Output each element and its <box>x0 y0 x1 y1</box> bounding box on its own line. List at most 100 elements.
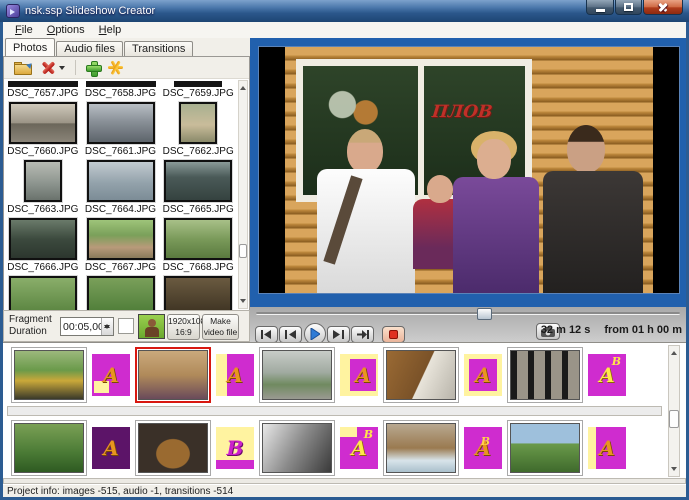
menu-options[interactable]: Options <box>40 24 92 36</box>
photo-thumb-row <box>4 216 237 261</box>
window-controls <box>585 0 683 15</box>
photo-name: DSC_7658.JPG <box>85 87 156 100</box>
photo-thumbnail[interactable] <box>164 276 232 310</box>
play-icon <box>310 328 320 340</box>
figure-icon <box>148 319 156 327</box>
maximize-button[interactable] <box>615 0 642 15</box>
timeline-transition[interactable]: AB <box>464 427 502 469</box>
photo-name: DSC_7660.JPG <box>7 145 78 158</box>
duration-spinner[interactable]: 00:05,000 <box>60 317 114 336</box>
step-forward-icon <box>333 330 344 339</box>
playback-controls: 32 m 12 s from 01 h 00 m <box>250 307 686 342</box>
menu-help[interactable]: Help <box>92 24 129 36</box>
timeline: A A A A AB A B AB AB A <box>3 342 686 478</box>
seek-slider[interactable] <box>256 312 680 315</box>
tab-transitions[interactable]: Transitions <box>124 41 193 56</box>
photo-thumbnail[interactable] <box>87 276 155 310</box>
caret-down-icon <box>59 66 65 73</box>
scrollbar-thumb[interactable] <box>669 410 679 428</box>
timeline-transition[interactable]: A <box>92 427 130 469</box>
timeline-photo[interactable] <box>507 420 583 476</box>
photo-name: DSC_7662.JPG <box>163 145 234 158</box>
timeline-photo[interactable] <box>507 347 583 403</box>
audio-track-1[interactable] <box>7 406 662 416</box>
menu-file[interactable]: File <box>8 24 40 36</box>
elapsed-time: 32 m 12 s <box>541 324 591 336</box>
preview-photo: ПЛОВ <box>285 47 653 293</box>
timeline-transition[interactable]: A <box>92 354 130 396</box>
timeline-photo[interactable] <box>383 347 459 403</box>
spin-down-icon[interactable] <box>104 325 110 332</box>
minimize-button[interactable] <box>586 0 614 15</box>
timeline-transition[interactable]: A <box>464 354 502 396</box>
open-folder-button[interactable] <box>10 58 37 78</box>
timeline-photo[interactable] <box>11 420 87 476</box>
timeline-transition[interactable]: AB <box>340 427 378 469</box>
timeline-transition[interactable]: A <box>216 354 254 396</box>
photo-thumbnail[interactable] <box>9 218 77 260</box>
photo-thumb-row <box>4 274 237 310</box>
effects-button[interactable] <box>104 58 127 78</box>
timeline-photo[interactable] <box>259 347 335 403</box>
add-photo-button[interactable] <box>82 58 104 78</box>
step-forward-button[interactable] <box>327 326 350 343</box>
photo-thumbnail[interactable] <box>164 218 232 260</box>
photos-toolbar <box>4 57 249 79</box>
spinner-buttons[interactable] <box>101 318 113 335</box>
timeline-scrollbar[interactable] <box>668 345 680 477</box>
step-back-button[interactable] <box>279 326 302 343</box>
photo-name: DSC_7657.JPG <box>7 87 78 100</box>
app-icon <box>6 4 20 18</box>
photo-thumbnail[interactable] <box>164 160 232 202</box>
timeline-photo[interactable] <box>383 420 459 476</box>
apply-all-checkbox[interactable] <box>118 318 134 334</box>
photo-thumbnail[interactable] <box>179 102 217 144</box>
delete-photo-button[interactable] <box>37 58 69 78</box>
go-start-button[interactable] <box>255 326 278 343</box>
scroll-down-icon[interactable] <box>240 299 246 306</box>
scroll-up-icon[interactable] <box>671 348 677 355</box>
preview-fragment-button[interactable] <box>138 314 165 339</box>
timeline-photo[interactable] <box>259 420 335 476</box>
timeline-row-2: A B AB AB A <box>3 418 686 478</box>
photo-list-scrollbar[interactable] <box>238 80 248 309</box>
asterisk-icon <box>108 60 123 75</box>
timeline-photo-selected[interactable] <box>135 347 211 403</box>
make-video-button[interactable]: Make video file <box>202 314 239 340</box>
tab-photos[interactable]: Photos <box>5 38 55 56</box>
timeline-row-1: A A A A AB <box>3 345 686 405</box>
photo-thumbnail[interactable] <box>9 276 77 310</box>
timeline-photo[interactable] <box>11 347 87 403</box>
title-bar[interactable]: nsk.ssp Slideshow Creator <box>0 0 689 22</box>
preview-panel: ПЛОВ <box>250 38 686 307</box>
start-offset: from 01 h 00 m <box>604 324 682 336</box>
sign-text: ПЛОВ <box>430 102 492 122</box>
photo-thumbnail[interactable] <box>24 160 62 202</box>
close-button[interactable] <box>643 0 683 15</box>
timeline-transition[interactable]: AB <box>588 354 626 396</box>
scroll-down-icon[interactable] <box>671 467 677 474</box>
photo-thumbnail[interactable] <box>87 218 155 260</box>
client-area: File Options Help Photos Audio files Tra… <box>3 22 686 497</box>
tab-audio-files[interactable]: Audio files <box>56 41 123 56</box>
photo-name-row: DSC_7666.JPG DSC_7667.JPG DSC_7668.JPG <box>4 261 237 274</box>
scroll-up-icon[interactable] <box>240 83 246 90</box>
close-icon <box>658 2 668 12</box>
resolution-button[interactable]: 1920x1080 16:9 <box>167 314 200 340</box>
photo-name: DSC_7659.JPG <box>163 87 234 100</box>
go-end-button[interactable] <box>351 326 374 343</box>
photo-thumbnail[interactable] <box>9 102 77 144</box>
photo-thumbnail[interactable] <box>87 102 155 144</box>
timeline-photo[interactable] <box>135 420 211 476</box>
timeline-transition[interactable]: A <box>588 427 626 469</box>
stop-button[interactable] <box>382 326 405 343</box>
seek-slider-thumb[interactable] <box>477 308 492 320</box>
photo-list[interactable]: DSC_7657.JPG DSC_7658.JPG DSC_7659.JPG D… <box>4 80 237 310</box>
timeline-transition[interactable]: B <box>216 427 254 469</box>
photo-thumbnail[interactable] <box>87 160 155 202</box>
photos-tab-page: DSC_7657.JPG DSC_7658.JPG DSC_7659.JPG D… <box>3 56 250 310</box>
main-area: Photos Audio files Transitions <box>3 38 686 342</box>
scrollbar-thumb[interactable] <box>239 244 247 258</box>
time-readout: 32 m 12 s from 01 h 00 m <box>541 324 682 336</box>
timeline-transition[interactable]: A <box>340 354 378 396</box>
